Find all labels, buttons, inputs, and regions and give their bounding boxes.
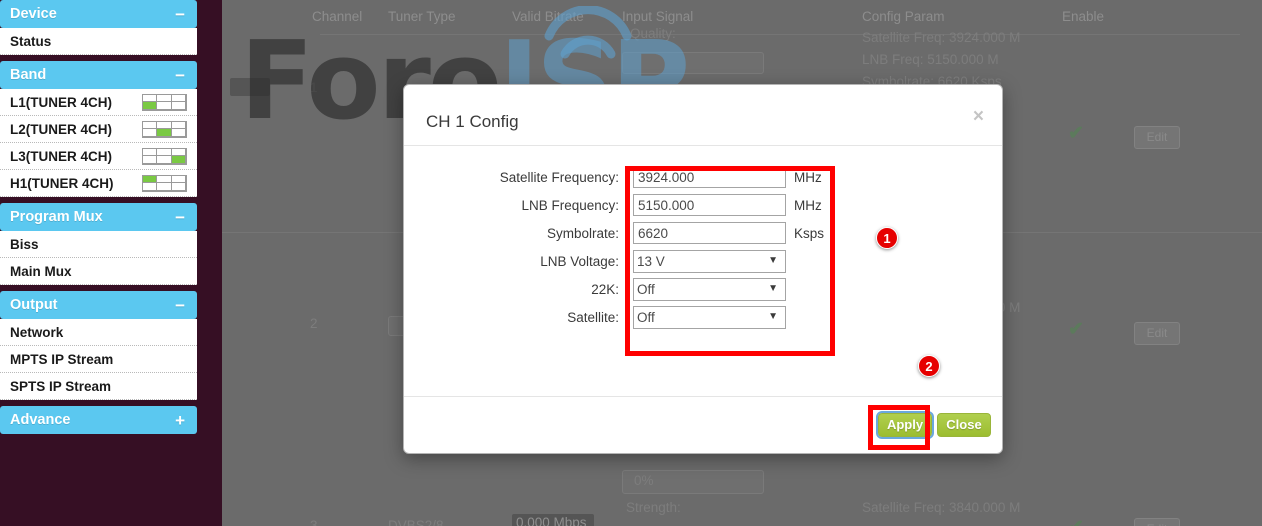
sidebar-item-h1-label: H1(TUNER 4CH) (10, 175, 114, 191)
row-1-sat-freq: Satellite Freq: 3924.000 M (862, 30, 1021, 45)
sidebar-group-output-label: Output (10, 297, 58, 313)
sidebar-group-output[interactable]: Output − (0, 291, 197, 319)
close-icon[interactable]: × (973, 107, 984, 126)
minus-icon: − (175, 207, 185, 227)
label-lnb-frequency: LNB Frequency: (521, 197, 619, 213)
sidebar-item-mpts-ip-stream-label: MPTS IP Stream (10, 351, 114, 367)
apply-button[interactable]: Apply (876, 411, 934, 439)
field-row-22k: 22K: Off ▼ (404, 275, 1002, 303)
lnb-frequency-input[interactable] (633, 194, 786, 216)
row-3-percent: 0% (634, 473, 654, 488)
band-grid-icon (142, 174, 187, 192)
field-row-lnb-voltage: LNB Voltage: 13 V ▼ (404, 247, 1002, 275)
field-row-satellite: Satellite: Off ▼ (404, 303, 1002, 331)
row-1-edit-button[interactable]: Edit (1134, 126, 1180, 149)
column-header-channel: Channel (312, 9, 363, 24)
column-header-config-param: Config Param (862, 9, 945, 24)
sidebar-item-main-mux-label: Main Mux (10, 263, 72, 279)
lnb-voltage-select[interactable]: 13 V (633, 249, 786, 273)
dialog-title: CH 1 Config (426, 112, 519, 131)
field-row-symbolrate: Symbolrate: Ksps (404, 219, 1002, 247)
sidebar-item-l1[interactable]: L1(TUNER 4CH) (0, 89, 197, 116)
row-1-channel-value: 1 (310, 80, 318, 95)
22k-select[interactable]: Off (633, 277, 786, 301)
row-1-quality-bar (622, 52, 764, 74)
label-22k: 22K: (591, 281, 619, 297)
sidebar-item-mpts-ip-stream[interactable]: MPTS IP Stream (0, 346, 197, 373)
sidebar-item-l3-label: L3(TUNER 4CH) (10, 148, 113, 164)
row-1-lnb-freq: LNB Freq: 5150.000 M (862, 52, 999, 67)
minus-icon: − (175, 4, 185, 24)
field-row-satellite-frequency: Satellite Frequency: MHz (404, 163, 1002, 191)
symbolrate-input[interactable] (633, 222, 786, 244)
row-3-edit-button[interactable]: Edit (1134, 518, 1180, 526)
sidebar-item-biss-label: Biss (10, 236, 39, 252)
row-2-edit-button[interactable]: Edit (1134, 322, 1180, 345)
satellite-select[interactable]: Off (633, 305, 786, 329)
label-symbolrate: Symbolrate: (546, 225, 619, 241)
row-1-channel-chip (230, 78, 270, 96)
band-grid-icon (142, 147, 187, 165)
column-header-valid-bitrate: Valid Bitrate (512, 9, 584, 24)
row-3-bitrate: 0.000 Mbps (516, 515, 587, 526)
sidebar-item-network-label: Network (10, 324, 64, 340)
sidebar-item-network[interactable]: Network (0, 319, 197, 346)
sidebar-item-status[interactable]: Status (0, 28, 197, 55)
table-header-divider (320, 34, 1240, 35)
sidebar-item-h1[interactable]: H1(TUNER 4CH) (0, 170, 197, 197)
column-header-input-signal: Input Signal (622, 9, 694, 24)
column-header-enable: Enable (1062, 9, 1105, 24)
sidebar-group-device[interactable]: Device − (0, 0, 197, 28)
close-button[interactable]: Close (937, 413, 991, 437)
row-3-tuner-type: DVBS2/8.. (388, 518, 452, 526)
label-satellite: Satellite: (567, 309, 619, 325)
row-2-channel-value: 2 (310, 316, 318, 331)
label-satellite-frequency: Satellite Frequency: (499, 169, 619, 185)
label-lnb-voltage: LNB Voltage: (540, 253, 619, 269)
unit-satellite-frequency: MHz (794, 169, 822, 185)
background-table-header: Channel Tuner Type Valid Bitrate Input S… (222, 0, 1262, 35)
band-grid-icon (142, 93, 187, 111)
sidebar-group-program-mux-label: Program Mux (10, 209, 103, 225)
row-1-enable-check-icon: ✔ (1068, 123, 1084, 144)
sidebar-item-biss[interactable]: Biss (0, 231, 197, 258)
annotation-badge-1: 1 (876, 227, 898, 249)
field-row-lnb-frequency: LNB Frequency: MHz (404, 191, 1002, 219)
dialog-header: CH 1 Config × (404, 85, 1002, 146)
sidebar-item-status-label: Status (10, 33, 52, 49)
dialog-footer: Apply Close (404, 396, 1002, 452)
satellite-frequency-input[interactable] (633, 166, 786, 188)
annotation-badge-2: 2 (918, 355, 940, 377)
sidebar-group-band[interactable]: Band − (0, 61, 197, 89)
sidebar-item-main-mux[interactable]: Main Mux (0, 258, 197, 285)
sidebar-group-advance[interactable]: Advance + (0, 406, 197, 434)
sidebar-item-l2[interactable]: L2(TUNER 4CH) (0, 116, 197, 143)
dialog-body: Satellite Frequency: MHz LNB Frequency: … (404, 146, 1002, 396)
sidebar-group-device-label: Device (10, 6, 57, 22)
sidebar-item-spts-ip-stream-label: SPTS IP Stream (10, 378, 112, 394)
row-3-sat-freq: Satellite Freq: 3840.000 M (862, 500, 1021, 515)
sidebar-item-l2-label: L2(TUNER 4CH) (10, 121, 113, 137)
column-header-tuner-type: Tuner Type (388, 9, 456, 24)
sidebar: Device − Status Band − L1(TUNER 4CH) L2(… (0, 0, 222, 526)
plus-icon: + (175, 410, 185, 430)
sidebar-item-l3[interactable]: L3(TUNER 4CH) (0, 143, 197, 170)
sidebar-item-spts-ip-stream[interactable]: SPTS IP Stream (0, 373, 197, 400)
minus-icon: − (175, 295, 185, 315)
sidebar-nav: Device − Status Band − L1(TUNER 4CH) L2(… (0, 0, 197, 434)
band-grid-icon (142, 120, 187, 138)
row-1-quality-label: Quality: (630, 26, 676, 41)
sidebar-group-band-label: Band (10, 67, 47, 83)
sidebar-group-program-mux[interactable]: Program Mux − (0, 203, 197, 231)
row-3-enable-check-icon: ✔ (1068, 516, 1084, 526)
unit-symbolrate: Ksps (794, 225, 825, 241)
row-2-enable-check-icon: ✔ (1068, 319, 1084, 340)
ch-config-dialog: CH 1 Config × Satellite Frequency: MHz L… (403, 84, 1003, 454)
minus-icon: − (175, 65, 185, 85)
sidebar-group-advance-label: Advance (10, 412, 71, 428)
sidebar-item-l1-label: L1(TUNER 4CH) (10, 94, 113, 110)
unit-lnb-frequency: MHz (794, 197, 822, 213)
row-3-strength-label: Strength: (626, 500, 681, 515)
row-3-channel-value: 3 (310, 518, 318, 526)
